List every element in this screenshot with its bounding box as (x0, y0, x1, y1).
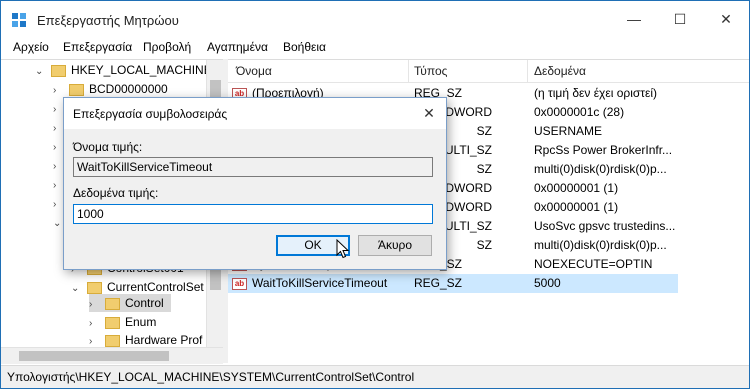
chevron-down-icon[interactable]: ⌄ (35, 63, 45, 81)
folder-icon (51, 64, 66, 77)
menu-favorites[interactable]: Αγαπημένα (207, 40, 268, 54)
value-name: WaitToKillServiceTimeout (252, 276, 388, 290)
cell-type: REG_SZ (414, 276, 463, 290)
chevron-right-icon[interactable]: › (53, 120, 63, 138)
cell-data: 0x00000001 (1) (534, 200, 619, 214)
chevron-right-icon[interactable]: › (53, 196, 63, 214)
cell-data: (η τιμή δεν έχει οριστεί) (534, 86, 658, 100)
cell-data: 5000 (534, 276, 561, 290)
maximize-button[interactable]: ☐ (657, 1, 703, 37)
cell-data: RpcSs Power BrokerInfr... (534, 143, 673, 157)
chevron-down-icon[interactable]: ⌄ (53, 215, 63, 233)
cell-data: UsoSvc gpsvc trustedins... (534, 219, 676, 233)
minimize-button[interactable]: — (611, 1, 657, 37)
cell-data: multi(0)disk(0)rdisk(0)p... (534, 162, 667, 176)
cell-data: USERNAME (534, 124, 603, 138)
tree-item-label: Hardware Prof (125, 333, 203, 347)
tree-item-label: Control (125, 296, 164, 310)
value-name-label: Όνομα τιμής: (73, 140, 143, 154)
edit-string-dialog: Επεξεργασία συμβολοσειράς ✕ Όνομα τιμής:… (63, 97, 447, 270)
chevron-right-icon[interactable]: › (53, 177, 63, 195)
value-data-input[interactable] (73, 204, 433, 224)
tree-horizontal-scrollbar[interactable] (1, 347, 223, 364)
column-divider[interactable] (408, 60, 409, 82)
chevron-down-icon[interactable]: ⌄ (71, 280, 81, 298)
tree-item-label: HKEY_LOCAL_MACHINE (71, 63, 212, 77)
scrollbar-thumb[interactable] (19, 351, 169, 361)
dialog-title-bar[interactable]: Επεξεργασία συμβολοσειράς ✕ (64, 98, 446, 129)
window-title: Επεξεργαστής Μητρώου (37, 13, 179, 28)
menu-help[interactable]: Βοήθεια (283, 40, 326, 54)
menu-view[interactable]: Προβολή (143, 40, 191, 54)
column-header-data[interactable]: Δεδομένα (534, 64, 586, 78)
tree-item-enum[interactable]: › Enum (89, 313, 156, 331)
dialog-title: Επεξεργασία συμβολοσειράς (73, 107, 228, 121)
dialog-close-button[interactable]: ✕ (412, 98, 446, 129)
column-header-type[interactable]: Τύπος (414, 64, 447, 78)
cell-data: 0x0000001c (28) (534, 105, 625, 119)
tree-item-label: Enum (125, 315, 157, 329)
value-data-label: Δεδομένα τιμής: (73, 186, 159, 200)
folder-icon (105, 334, 120, 347)
list-header: Όνομα Τύπος Δεδομένα (228, 60, 749, 83)
cancel-button[interactable]: Άκυρο (358, 235, 432, 256)
cell-data: NOEXECUTE=OPTIN (534, 257, 653, 271)
menu-edit[interactable]: Επεξεργασία (63, 40, 132, 54)
chevron-right-icon[interactable]: › (53, 101, 63, 119)
chevron-right-icon[interactable]: › (53, 139, 63, 157)
folder-icon (87, 281, 102, 294)
column-divider[interactable] (527, 60, 528, 82)
cell-data: multi(0)disk(0)rdisk(0)p... (534, 238, 667, 252)
list-row[interactable]: ab WaitToKillServiceTimeout REG_SZ 5000 (228, 274, 678, 293)
close-button[interactable]: ✕ (703, 1, 749, 37)
chevron-right-icon[interactable]: › (53, 158, 63, 176)
cell-data: 0x00000001 (1) (534, 181, 619, 195)
tree-item-label: CurrentControlSet (107, 280, 204, 294)
tree-item-hklm[interactable]: ⌄ HKEY_LOCAL_MACHINE (35, 61, 212, 79)
status-bar-path: Υπολογιστής\HKEY_LOCAL_MACHINE\SYSTEM\Cu… (1, 365, 749, 388)
value-name-field[interactable] (73, 157, 433, 177)
tree-item-label: BCD00000000 (89, 82, 168, 96)
cell-name: ab WaitToKillServiceTimeout (232, 274, 408, 293)
folder-icon (69, 83, 84, 96)
registry-editor-window: Επεξεργαστής Μητρώου — ☐ ✕ Αρχείο Επεξερ… (0, 0, 750, 389)
menu-bar: Αρχείο Επεξεργασία Προβολή Αγαπημένα Βοή… (1, 37, 749, 59)
chevron-right-icon[interactable]: › (89, 296, 99, 314)
folder-icon (105, 316, 120, 329)
tree-item-control[interactable]: › Control (89, 294, 171, 312)
menu-file[interactable]: Αρχείο (13, 40, 49, 54)
tree-item-bcd[interactable]: › BCD00000000 (53, 80, 168, 98)
column-header-name[interactable]: Όνομα (236, 64, 272, 78)
mouse-pointer-icon (336, 239, 350, 259)
string-value-icon: ab (232, 277, 247, 290)
title-bar[interactable]: Επεξεργαστής Μητρώου — ☐ ✕ (1, 1, 749, 37)
registry-editor-icon (12, 13, 26, 27)
chevron-right-icon[interactable]: › (53, 82, 63, 100)
folder-open-icon (105, 297, 120, 310)
